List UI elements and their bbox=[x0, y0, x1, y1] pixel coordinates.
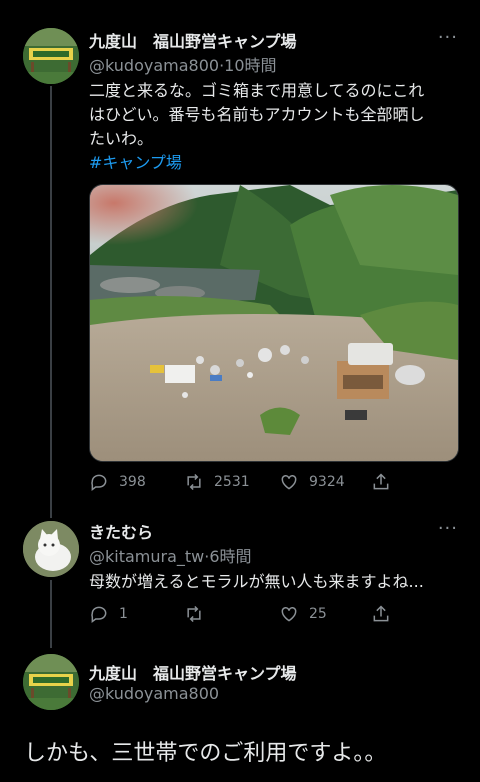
thread-line bbox=[50, 580, 52, 648]
tweet-text: 母数が増えるとモラルが無い人も来ますよね... bbox=[89, 572, 424, 591]
reply-count: 1 bbox=[119, 606, 128, 622]
tweet-photo[interactable] bbox=[89, 184, 459, 462]
retweet-count: 2531 bbox=[214, 474, 250, 490]
retweet-button[interactable]: 2531 bbox=[184, 472, 250, 492]
like-button[interactable]: 9324 bbox=[279, 472, 345, 492]
tweet-text-line: はひどい。番号も名前もアカウントも全部晒し bbox=[89, 105, 425, 124]
like-icon bbox=[281, 606, 297, 622]
handle-line[interactable]: @kudoyama800·10時間 bbox=[89, 52, 277, 76]
like-count: 25 bbox=[309, 606, 327, 622]
thread-line bbox=[50, 86, 52, 518]
display-name[interactable]: 九度山 福山野営キャンプ場 bbox=[89, 660, 297, 684]
retweet-icon bbox=[187, 605, 201, 623]
share-icon bbox=[373, 605, 389, 622]
timestamp[interactable]: 6時間 bbox=[209, 547, 251, 566]
campsite-avatar-image bbox=[23, 654, 79, 710]
share-icon bbox=[373, 473, 389, 490]
display-name[interactable]: 九度山 福山野営キャンプ場 bbox=[89, 28, 297, 52]
tweet-text-line: たいわ。 bbox=[89, 129, 154, 148]
reply-button[interactable]: 398 bbox=[89, 472, 146, 492]
reply-icon bbox=[91, 606, 107, 623]
like-icon bbox=[281, 474, 297, 490]
avatar[interactable] bbox=[23, 654, 79, 710]
tweet-text-line: 二度と来るな。ゴミ箱まで用意してるのにこれ bbox=[89, 81, 425, 100]
more-icon[interactable]: ··· bbox=[438, 27, 458, 48]
timestamp[interactable]: 10時間 bbox=[224, 56, 276, 75]
cat-avatar-image bbox=[23, 521, 79, 577]
like-button[interactable]: 25 bbox=[279, 604, 327, 624]
hashtag-link[interactable]: #キャンプ場 bbox=[89, 151, 459, 175]
retweet-button[interactable] bbox=[184, 604, 214, 624]
reply-icon bbox=[91, 474, 107, 491]
avatar[interactable] bbox=[23, 521, 79, 577]
handle[interactable]: @kitamura_tw bbox=[89, 547, 204, 566]
more-icon[interactable]: ··· bbox=[438, 518, 458, 539]
tweet-actions: 398 2531 9324 bbox=[89, 472, 459, 496]
share-button[interactable] bbox=[371, 472, 391, 492]
campsite-avatar-image bbox=[23, 28, 79, 84]
reply-count: 398 bbox=[119, 474, 146, 490]
campsite-litter-photo bbox=[90, 185, 458, 461]
like-count: 9324 bbox=[309, 474, 345, 490]
handle[interactable]: @kudoyama800 bbox=[89, 684, 219, 703]
tweet-actions: 1 25 bbox=[89, 604, 459, 628]
share-button[interactable] bbox=[371, 604, 391, 624]
tweet-text: 二度と来るな。ゴミ箱まで用意してるのにこれ はひどい。番号も名前もアカウントも全… bbox=[89, 79, 459, 175]
handle-line[interactable]: @kitamura_tw·6時間 bbox=[89, 543, 252, 567]
main-tweet-text: しかも、三世帯でのご利用ですよ。。 bbox=[24, 741, 387, 766]
avatar[interactable] bbox=[23, 28, 79, 84]
handle[interactable]: @kudoyama800 bbox=[89, 56, 219, 75]
retweet-icon bbox=[187, 473, 201, 491]
reply-button[interactable]: 1 bbox=[89, 604, 128, 624]
display-name[interactable]: きたむら bbox=[89, 519, 153, 543]
